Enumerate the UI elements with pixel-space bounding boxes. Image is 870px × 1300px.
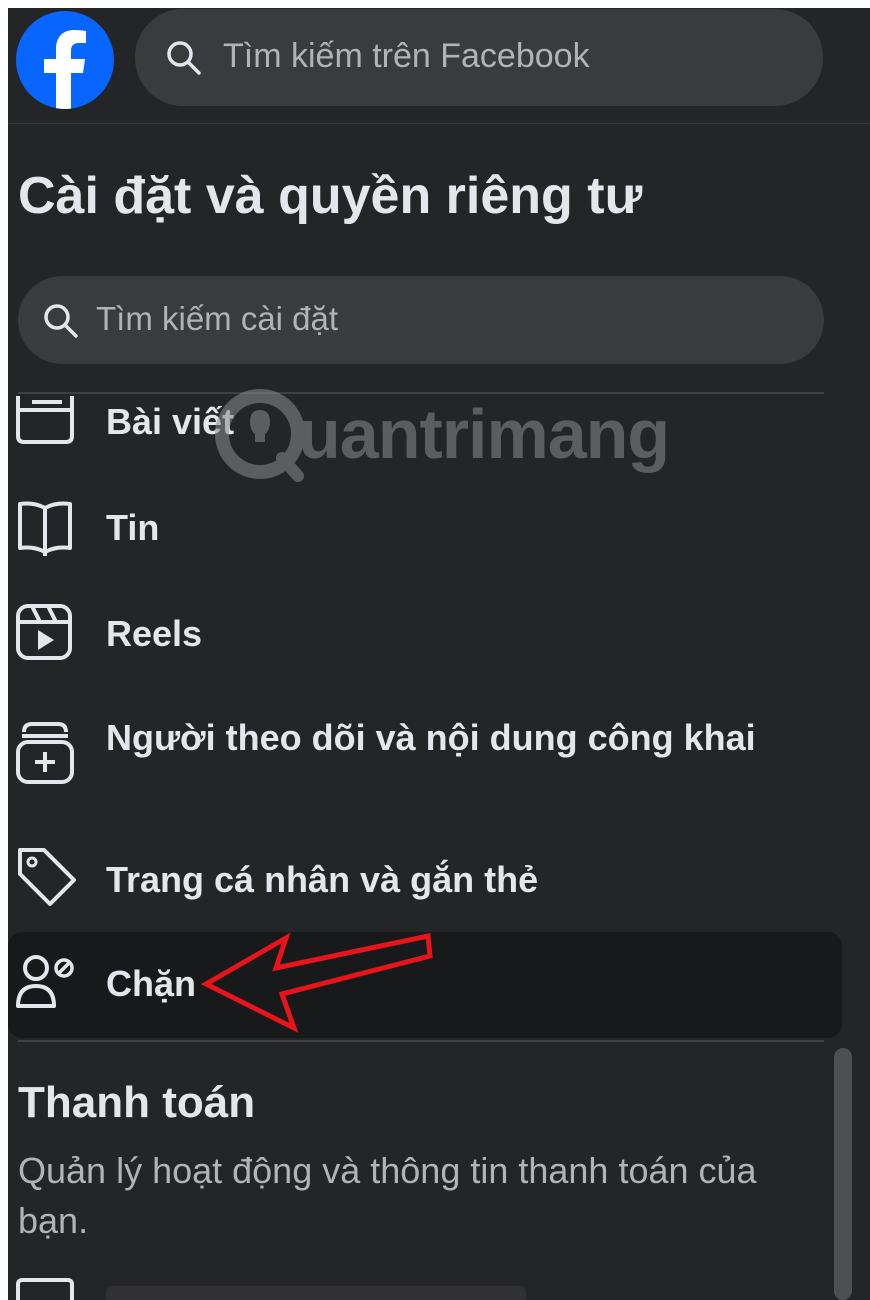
search-placeholder: Tìm kiếm trên Facebook: [223, 37, 590, 75]
menu-item-label: Reels: [106, 613, 203, 654]
annotation-arrow: [200, 932, 433, 1034]
menu-item-label: Trang cá nhân và gắn thẻ: [106, 859, 539, 900]
menu-item-label: Tin: [106, 507, 160, 548]
settings-search-input[interactable]: Tìm kiếm cài đặt: [18, 276, 824, 364]
settings-panel: Tìm kiếm trên Facebook Cài đặt và quyền …: [8, 8, 870, 1300]
top-bar: Tìm kiếm trên Facebook: [8, 8, 870, 124]
divider: [18, 1040, 824, 1042]
menu-item-stories[interactable]: Tin: [8, 494, 842, 564]
posts-icon: [16, 396, 74, 444]
facebook-logo-icon[interactable]: [16, 11, 114, 109]
menu-item-followers[interactable]: Người theo dõi và nội dung công khai: [8, 706, 842, 816]
block-user-icon: [16, 955, 74, 1008]
menu-item-reels[interactable]: Reels: [8, 600, 842, 670]
reels-icon: [16, 604, 72, 660]
payment-activity-item[interactable]: [106, 1286, 526, 1300]
menu-item-label: Chặn: [106, 963, 196, 1004]
payment-activity-icon: [16, 1278, 74, 1300]
page-title: Cài đặt và quyền riêng tư: [18, 167, 643, 225]
search-icon: [44, 304, 78, 338]
facebook-search-input[interactable]: Tìm kiếm trên Facebook: [135, 9, 823, 106]
menu-item-profile-tagging[interactable]: Trang cá nhân và gắn thẻ: [8, 844, 842, 914]
search-icon: [167, 41, 201, 75]
watermark-logo: uantrimang: [210, 380, 670, 490]
settings-search-placeholder: Tìm kiếm cài đặt: [96, 300, 339, 337]
followers-icon: [16, 722, 74, 784]
payments-heading: Thanh toán: [18, 1078, 256, 1127]
payments-description: Quản lý hoạt động và thông tin thanh toá…: [18, 1150, 757, 1241]
menu-item-label: Người theo dõi và nội dung công khai: [106, 717, 756, 758]
bulb-icon: [215, 389, 305, 482]
tag-icon: [18, 848, 76, 906]
scrollbar[interactable]: [834, 1048, 852, 1300]
book-icon: [18, 501, 72, 556]
watermark-text: uantrimang: [298, 395, 670, 473]
